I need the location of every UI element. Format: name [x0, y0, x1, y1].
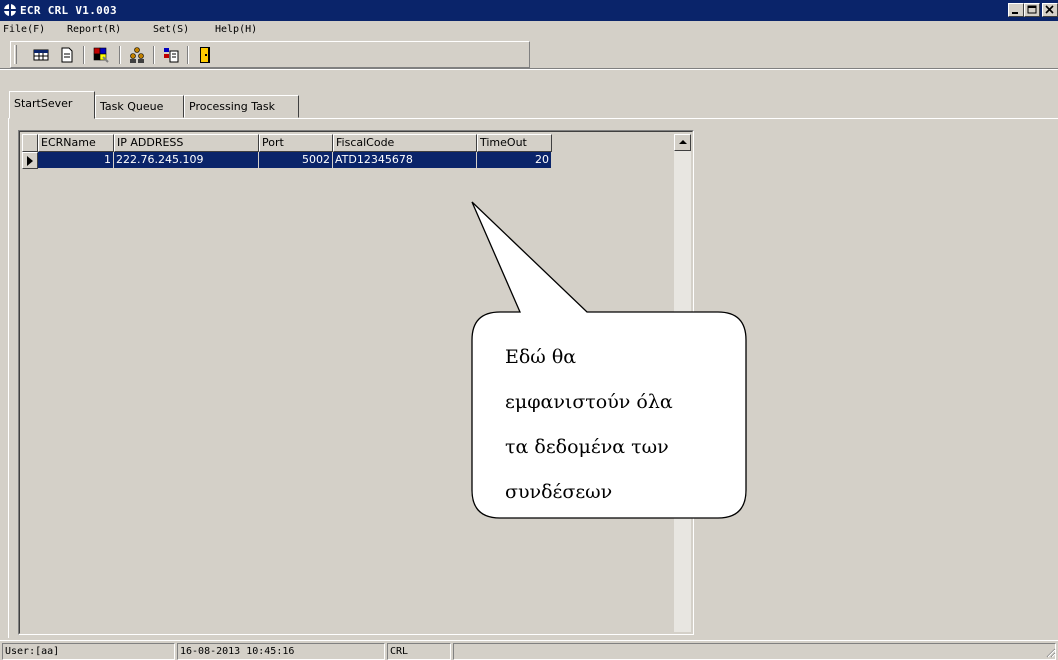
status-datetime: 16-08-2013 10:45:16: [177, 643, 385, 660]
report-button[interactable]: [161, 45, 181, 65]
menu-file[interactable]: File(F): [3, 24, 45, 35]
toolbar: [10, 41, 530, 68]
close-button[interactable]: [1042, 3, 1058, 17]
document-button[interactable]: [57, 45, 77, 65]
tab-startsever[interactable]: StartSever: [9, 91, 95, 119]
title-bar: ECR CRL V1.003: [0, 0, 1058, 21]
column-header-ip-address[interactable]: IP ADDRESS: [114, 134, 259, 152]
cell-timeout[interactable]: 20: [477, 152, 552, 169]
status-mode: CRL: [387, 643, 451, 660]
callout-line: Εδώ θα: [505, 346, 577, 368]
users-icon: [130, 47, 144, 63]
status-bar: User:[aa] 16-08-2013 10:45:16 CRL: [0, 640, 1058, 660]
callout-line: τα δεδομένα των: [505, 436, 669, 458]
minimize-icon: [1012, 12, 1018, 14]
scroll-up-icon: [679, 140, 687, 144]
palette-icon: [93, 47, 109, 63]
callout-line: εμφανιστούν όλα: [505, 391, 673, 413]
cell-fiscal-code[interactable]: ATD12345678: [333, 152, 477, 169]
row-pointer-icon: [27, 156, 33, 166]
status-empty-panel: [453, 643, 1056, 660]
cell-port[interactable]: 5002: [259, 152, 333, 169]
cell-ip-address[interactable]: 222.76.245.109: [114, 152, 259, 169]
grid-corner: [22, 134, 38, 152]
menu-set[interactable]: Set(S): [153, 24, 189, 35]
cell-ecr-name[interactable]: 1: [38, 152, 114, 169]
toolbar-divider: [0, 68, 1058, 70]
toolbar-grip[interactable]: [14, 45, 17, 64]
toolbar-separator: [83, 46, 85, 64]
app-logo-icon: [4, 4, 16, 16]
app-window: ECR CRL V1.003 File(F) Report(R) Set(S) …: [0, 0, 1058, 660]
callout-text: Εδώ θα εμφανιστούν όλα τα δεδομένα των σ…: [505, 335, 735, 515]
maximize-icon: [1027, 5, 1037, 14]
grid-view-icon: [33, 49, 49, 61]
resize-grip-icon[interactable]: [1044, 646, 1056, 658]
close-icon: [1045, 5, 1054, 14]
scroll-up-button[interactable]: [674, 134, 691, 151]
palette-button[interactable]: [91, 45, 111, 65]
users-button[interactable]: [127, 45, 147, 65]
current-row-indicator: [22, 152, 38, 169]
toolbar-separator: [119, 46, 121, 64]
column-header-fiscalcode[interactable]: FiscalCode: [333, 134, 477, 152]
callout-line: συνδέσεων: [505, 481, 613, 503]
document-icon: [61, 47, 73, 63]
exit-button[interactable]: [195, 45, 215, 65]
menu-bar: File(F) Report(R) Set(S) Help(H): [0, 21, 1058, 41]
tab-task-queue[interactable]: Task Queue: [95, 95, 184, 118]
grid-view-button[interactable]: [31, 45, 51, 65]
window-title: ECR CRL V1.003: [20, 4, 117, 17]
column-header-timeout[interactable]: TimeOut: [477, 134, 552, 152]
status-user: User:[aa]: [2, 643, 175, 660]
column-header-port[interactable]: Port: [259, 134, 333, 152]
maximize-button[interactable]: [1024, 3, 1040, 17]
tab-processing-task[interactable]: Processing Task: [184, 95, 299, 118]
menu-report[interactable]: Report(R): [67, 24, 121, 35]
menu-help[interactable]: Help(H): [215, 24, 257, 35]
column-header-ecrname[interactable]: ECRName: [38, 134, 114, 152]
minimize-button[interactable]: [1008, 3, 1024, 17]
exit-door-icon: [200, 47, 210, 63]
report-icon: [164, 48, 179, 63]
toolbar-separator: [153, 46, 155, 64]
toolbar-separator: [187, 46, 189, 64]
